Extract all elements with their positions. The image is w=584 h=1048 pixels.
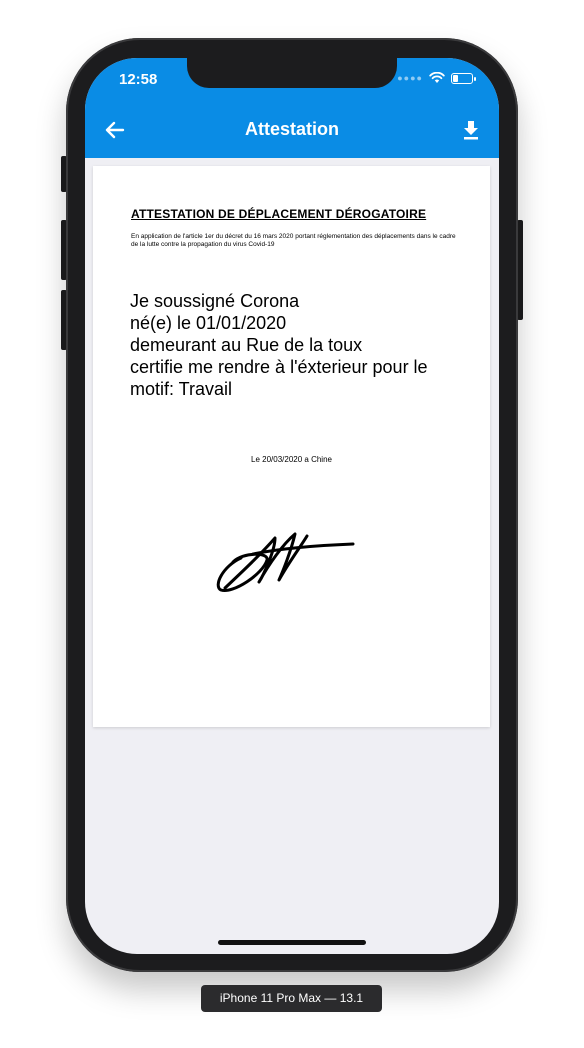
- notch: [187, 58, 397, 88]
- download-icon[interactable]: [459, 119, 483, 141]
- page-title: Attestation: [245, 119, 339, 139]
- document-subtitle: En application de l'article 1er du décre…: [131, 233, 456, 248]
- attestation-document: ATTESTATION DE DÉPLACEMENT DÉROGATOIRE E…: [93, 166, 490, 727]
- app-bar: 12:58 ●●●● Attestation: [85, 58, 499, 158]
- signature: [216, 532, 355, 592]
- device-label: iPhone 11 Pro Max — 13.1: [201, 985, 382, 1012]
- wifi-icon: [429, 72, 445, 83]
- body-line: demeurant au Rue de la toux: [130, 335, 363, 355]
- body-line: Je soussigné Corona: [130, 291, 300, 311]
- document-title: ATTESTATION DE DÉPLACEMENT DÉROGATOIRE: [131, 207, 427, 221]
- body-line: motif: Travail: [130, 379, 233, 399]
- signal-icon: ●●●●: [397, 73, 423, 83]
- document-body: Je soussigné Corona né(e) le 01/01/2020 …: [130, 290, 428, 400]
- date-place: Le 20/03/2020 a Chine: [251, 455, 332, 464]
- status-icons: ●●●●: [397, 72, 476, 84]
- status-time: 12:58: [119, 71, 158, 88]
- body-line: né(e) le 01/01/2020: [130, 313, 287, 333]
- screen: 12:58 ●●●● Attestation ATTESTATION DE DÉ…: [85, 58, 499, 954]
- battery-icon: [451, 72, 476, 84]
- home-indicator[interactable]: [218, 940, 366, 945]
- body-line: certifie me rendre à l'éxterieur pour le: [130, 357, 428, 377]
- battery-level: [453, 74, 458, 82]
